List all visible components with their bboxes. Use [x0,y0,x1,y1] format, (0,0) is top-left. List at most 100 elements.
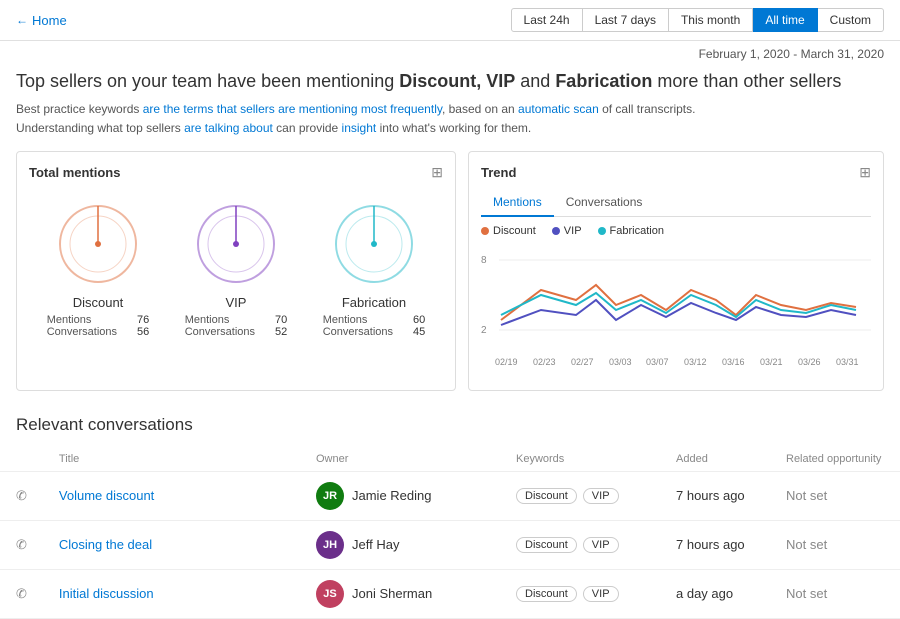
subtitle-line2: Understanding what top sellers are talki… [16,119,884,138]
fabrication-conversations-label: Conversations [323,326,393,338]
keyword-fabrication: Fabrication [555,71,652,91]
row-owner: JS Joni Sherman [300,569,500,618]
circle-fabrication: Fabrication Mentions 60 Conversations 45 [323,199,426,338]
back-link[interactable]: ← Home [16,13,67,28]
discount-mentions-label: Mentions [47,314,92,326]
row-owner: JRJamie Reding [300,471,500,520]
subtitle-link3[interactable]: are talking about [184,121,273,135]
vip-mentions-label: Mentions [185,314,230,326]
row-opportunity: Not set [770,569,900,618]
legend-vip: VIP [552,225,582,237]
filter-custom[interactable]: Custom [818,8,884,32]
heading-prefix: Top sellers on your team have been menti… [16,71,399,91]
owner-name: Jamie Reding [352,488,432,503]
row-added: a day ago [660,569,770,618]
trend-title: Trend [481,165,516,180]
fabrication-conversations-value: 45 [413,326,425,338]
phone-icon: ✆ [16,488,27,503]
vip-conversations-label: Conversations [185,326,255,338]
svg-text:02/23: 02/23 [533,357,556,367]
row-opportunity: Not set [770,471,900,520]
legend-label-discount: Discount [493,225,536,237]
keyword-badge[interactable]: VIP [583,586,619,602]
legend-label-vip: VIP [564,225,582,237]
svg-text:03/31: 03/31 [836,357,859,367]
conversations-title: Relevant conversations [0,407,900,447]
keyword-badge[interactable]: VIP [583,537,619,553]
circle-svg-vip [191,199,281,289]
discount-conversations-label: Conversations [47,326,117,338]
filter-thismonth[interactable]: This month [669,8,753,32]
row-keywords: Discount VIP [500,569,660,618]
heading-and: and [515,71,555,91]
legend-dot-fabrication [598,227,606,235]
vip-mentions-value: 70 [275,314,287,326]
subtitle-link1[interactable]: are the terms that sellers are mentionin… [143,102,442,116]
table-row[interactable]: ✆Closing the dealJHJeff HayDiscountVIP7 … [0,520,900,569]
filter-last7days[interactable]: Last 7 days [583,8,669,32]
owner-name: Jeff Hay [352,537,399,552]
expand-icon-trend[interactable]: ⊞ [859,164,871,181]
conversations-table: Title Owner Keywords Added Related oppor… [0,447,900,619]
subtitle-link4[interactable]: insight [342,121,377,135]
trend-legend: Discount VIP Fabrication [481,225,871,237]
svg-text:02/27: 02/27 [571,357,594,367]
row-title[interactable]: Initial discussion [43,569,300,618]
back-label: Home [32,13,67,28]
row-keywords: Discount VIP [500,471,660,520]
col-opportunity: Related opportunity [770,447,900,472]
row-title[interactable]: Volume discount [43,471,300,520]
expand-icon-total[interactable]: ⊞ [431,164,443,181]
heading-suffix: more than other sellers [652,71,841,91]
table-row[interactable]: ✆ Volume discountJRJamie Reding Discount VI… [0,471,900,520]
keyword-badge[interactable]: VIP [583,488,619,504]
legend-discount: Discount [481,225,536,237]
discount-stats: Mentions 76 Conversations 56 [47,314,150,338]
keyword-badge[interactable]: Discount [516,537,577,553]
fabrication-stats: Mentions 60 Conversations 45 [323,314,426,338]
svg-text:2: 2 [481,325,487,336]
discount-conversations-value: 56 [137,326,149,338]
keyword-badge[interactable]: Discount [516,488,577,504]
keyword-vip: VIP [486,71,515,91]
phone-icon-cell: ✆ [0,471,43,520]
subtitle-line1: Best practice keywords are the terms tha… [16,100,884,119]
filter-last24h[interactable]: Last 24h [511,8,583,32]
legend-fabrication: Fabrication [598,225,664,237]
vip-conversations-value: 52 [275,326,287,338]
circle-discount: Discount Mentions 76 Conversations 56 [47,199,150,338]
svg-text:03/03: 03/03 [609,357,632,367]
col-owner: Owner [300,447,500,472]
discount-label: Discount [73,295,124,310]
circles-row: Discount Mentions 76 Conversations 56 [29,191,443,346]
svg-text:03/26: 03/26 [798,357,821,367]
top-nav: ← Home Last 24h Last 7 days This month A… [0,0,900,41]
tab-mentions[interactable]: Mentions [481,191,554,217]
avatar: JS [316,580,344,608]
circle-vip: VIP Mentions 70 Conversations 52 [185,199,288,338]
vip-stats: Mentions 70 Conversations 52 [185,314,288,338]
trend-tabs: Mentions Conversations [481,191,871,217]
trend-card: Trend ⊞ Mentions Conversations Discount … [468,151,884,391]
back-arrow-icon: ← [16,13,28,27]
legend-dot-vip [552,227,560,235]
svg-text:03/16: 03/16 [722,357,745,367]
keyword-badge[interactable]: Discount [516,586,577,602]
row-title[interactable]: Closing the deal [43,520,300,569]
table-row[interactable]: ✆Initial discussionJSJoni ShermanDiscoun… [0,569,900,618]
row-keywords: Discount VIP [500,520,660,569]
svg-text:02/19: 02/19 [495,357,518,367]
card-header-trend: Trend ⊞ [481,164,871,181]
time-filters: Last 24h Last 7 days This month All time… [511,8,884,32]
discount-mentions-value: 76 [137,314,149,326]
circle-svg-fabrication [329,199,419,289]
circle-svg-discount [53,199,143,289]
owner-name: Joni Sherman [352,586,432,601]
keyword-discount: Discount, [399,71,486,91]
subtitle-link2[interactable]: automatic scan [518,102,599,116]
subtitle: Best practice keywords are the terms tha… [0,100,900,150]
filter-alltime[interactable]: All time [753,8,817,32]
legend-label-fabrication: Fabrication [610,225,664,237]
tab-conversations[interactable]: Conversations [554,191,655,217]
cards-row: Total mentions ⊞ Discount Mentions 76 [0,151,900,407]
